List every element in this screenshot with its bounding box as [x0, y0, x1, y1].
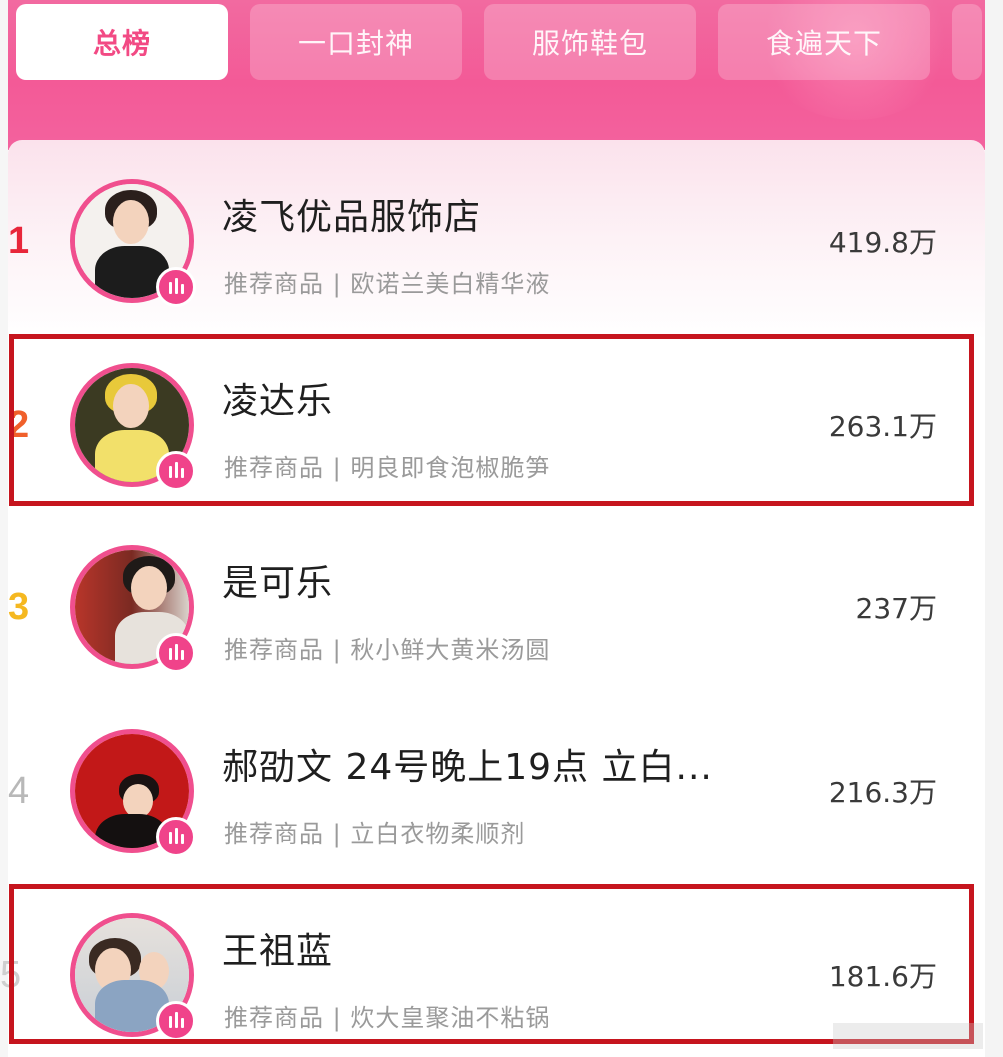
ranking-page: 总榜 一口封神 服饰鞋包 食遍天下 1 凌飞优品服饰店 推荐商品 | 欧诺兰美白…: [0, 0, 1003, 1057]
ranking-row-4[interactable]: 4 郝劭文 24号晚上19点 立白... 推荐商品 | 立白衣物柔顺剂 216.…: [0, 700, 985, 882]
tab-food[interactable]: 食遍天下: [718, 4, 930, 80]
ranking-row-1[interactable]: 1 凌飞优品服饰店 推荐商品 | 欧诺兰美白精华液 419.8万: [0, 150, 985, 332]
streamer-name[interactable]: 凌达乐: [222, 372, 333, 424]
rank-number: 4: [8, 770, 30, 812]
live-icon: [156, 817, 196, 857]
viewer-count: 237万: [855, 592, 937, 625]
streamer-name[interactable]: 是可乐: [222, 554, 333, 606]
watermark: [833, 1023, 983, 1049]
viewer-count: 181.6万: [828, 960, 937, 993]
rank-number: 5: [0, 954, 22, 996]
streamer-name[interactable]: 凌飞优品服饰店: [222, 188, 481, 240]
recommended-product[interactable]: 推荐商品 | 欧诺兰美白精华液: [224, 264, 550, 299]
rank-number: 1: [8, 220, 30, 262]
right-margin: [985, 0, 1003, 1057]
tab-apparel-shoes-bags[interactable]: 服饰鞋包: [484, 4, 696, 80]
recommended-product[interactable]: 推荐商品 | 立白衣物柔顺剂: [224, 814, 525, 849]
rank-number: 2: [8, 404, 30, 446]
tab-yikou-fengshen[interactable]: 一口封神: [250, 4, 462, 80]
viewer-count: 419.8万: [828, 226, 937, 259]
live-icon: [156, 267, 196, 307]
streamer-name[interactable]: 王祖蓝: [222, 922, 333, 974]
category-tabs: 总榜 一口封神 服饰鞋包 食遍天下: [16, 4, 982, 84]
live-icon: [156, 633, 196, 673]
viewer-count: 263.1万: [828, 410, 937, 443]
ranking-row-2[interactable]: 2 凌达乐 推荐商品 | 明良即食泡椒脆笋 263.1万: [0, 334, 985, 516]
recommended-product[interactable]: 推荐商品 | 明良即食泡椒脆笋: [224, 448, 550, 483]
tab-more[interactable]: [952, 4, 982, 80]
tab-overall[interactable]: 总榜: [16, 4, 228, 80]
recommended-product[interactable]: 推荐商品 | 秋小鲜大黄米汤圆: [224, 630, 550, 665]
live-icon: [156, 451, 196, 491]
rank-number: 3: [8, 586, 30, 628]
ranking-row-3[interactable]: 3 是可乐 推荐商品 | 秋小鲜大黄米汤圆 237万: [0, 516, 985, 698]
recommended-product[interactable]: 推荐商品 | 炊大皇聚油不粘锅: [224, 998, 550, 1033]
live-icon: [156, 1001, 196, 1041]
streamer-name[interactable]: 郝劭文 24号晚上19点 立白...: [222, 738, 713, 790]
viewer-count: 216.3万: [828, 776, 937, 809]
ranking-header: 总榜 一口封神 服饰鞋包 食遍天下: [8, 0, 985, 150]
